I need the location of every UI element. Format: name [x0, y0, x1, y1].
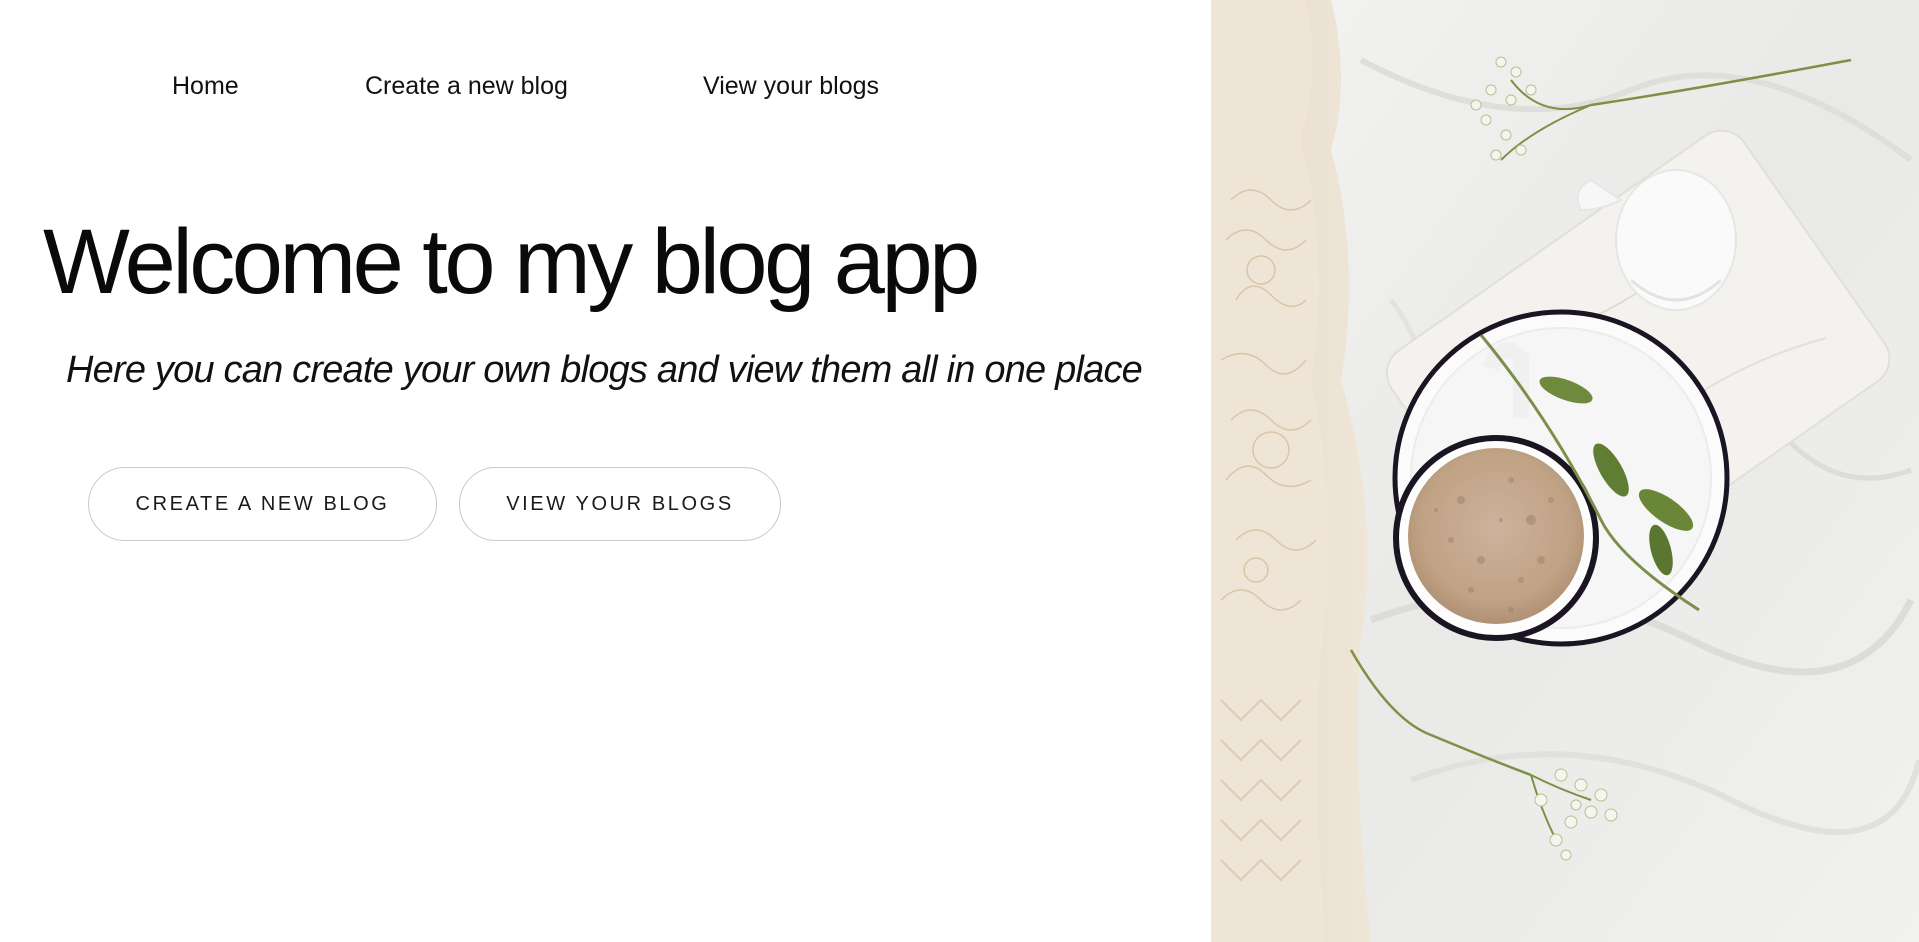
page-title: Welcome to my blog app	[43, 211, 980, 313]
nav-link-view-blogs[interactable]: View your blogs	[703, 68, 879, 104]
nav-link-home[interactable]: Home	[172, 68, 239, 104]
view-blogs-button[interactable]: VIEW YOUR BLOGS	[459, 467, 781, 541]
page-subtitle: Here you can create your own blogs and v…	[66, 349, 1143, 391]
main-content: Home Create a new blog View your blogs W…	[0, 0, 1211, 942]
top-nav: Home Create a new blog View your blogs	[0, 68, 1211, 104]
coffee-flatlay-illustration	[1211, 0, 1919, 942]
page: Home Create a new blog View your blogs W…	[0, 0, 1919, 942]
nav-link-create-blog[interactable]: Create a new blog	[365, 68, 568, 104]
hero-image	[1211, 0, 1919, 942]
create-blog-button[interactable]: CREATE A NEW BLOG	[88, 467, 437, 541]
